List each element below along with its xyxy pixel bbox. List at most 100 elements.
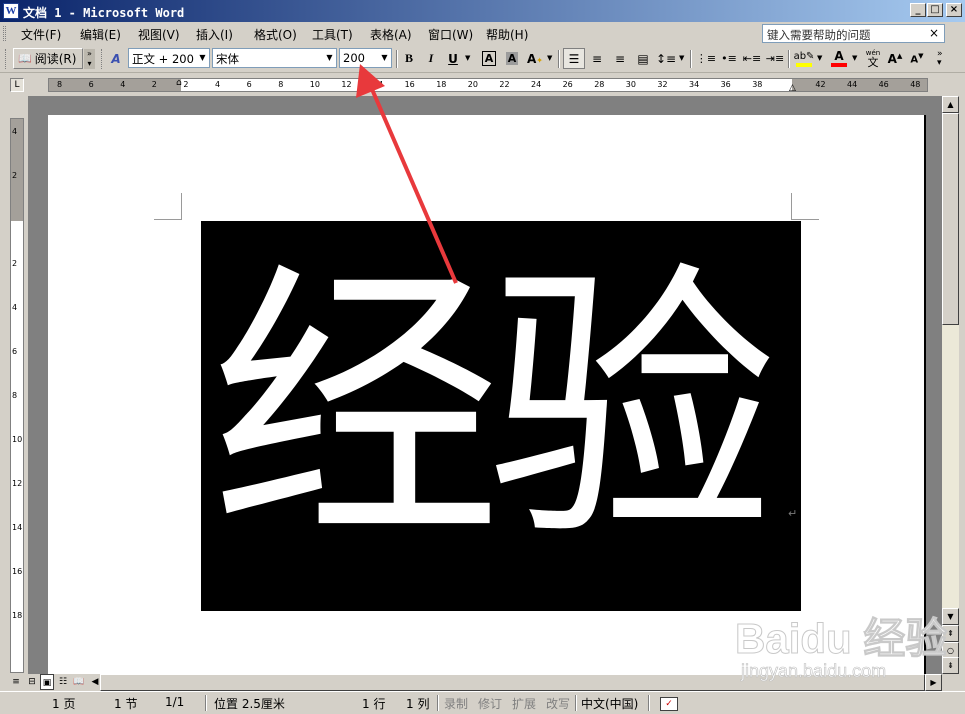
book-icon: 📖 (18, 52, 32, 65)
close-button[interactable]: × (946, 3, 962, 17)
shrink-font-button[interactable]: A▼ (906, 48, 928, 69)
chevron-down-icon[interactable]: ▼ (378, 49, 391, 67)
read-button[interactable]: 📖 阅读(R) (13, 48, 83, 69)
status-track-changes[interactable]: 修订 (478, 695, 502, 712)
menu-table[interactable]: 表格(A) (370, 26, 412, 43)
title-bar: W 文档 1 - Microsoft Word _ □ × (0, 0, 965, 22)
toolbar-options-chevron-icon[interactable]: » ▾ (84, 49, 95, 69)
ruler-number: 16 (404, 80, 415, 89)
underline-button[interactable]: U (442, 48, 464, 69)
align-center-button[interactable]: ≡ (586, 48, 608, 69)
menu-insert[interactable]: 插入(I) (196, 26, 233, 43)
bullets-button[interactable]: •≡ (718, 48, 740, 69)
toolbar-options-icon[interactable]: » ▾ (937, 50, 943, 68)
ruler-number: 44 (847, 80, 858, 89)
increase-indent-button[interactable]: ⇥≡ (764, 48, 786, 69)
align-left-button[interactable]: ☰ (563, 48, 585, 69)
chevron-down-icon[interactable]: ▼ (323, 49, 336, 67)
menu-format[interactable]: 格式(O) (254, 26, 297, 43)
font-color-button[interactable]: A (828, 48, 850, 69)
help-question-input[interactable]: 键入需要帮助的问题 (762, 24, 945, 43)
char-shading-button[interactable]: A (501, 48, 523, 69)
chevron-down-icon[interactable]: ▼ (196, 49, 209, 67)
highlight-dropdown-icon[interactable]: ▼ (817, 54, 822, 62)
phonetic-char: 文 (867, 55, 879, 69)
print-view-icon[interactable]: ▣ (40, 674, 54, 690)
menu-grip[interactable] (3, 26, 6, 41)
menu-window[interactable]: 窗口(W) (428, 26, 473, 43)
status-extend[interactable]: 扩展 (512, 695, 536, 712)
menu-file[interactable]: 文件(F) (21, 26, 61, 43)
scroll-up-arrow-icon[interactable]: ▲ (942, 96, 959, 113)
text-image-black-background[interactable]: 经验 (201, 221, 801, 611)
highlight-color-bar (796, 62, 812, 67)
bold-button[interactable]: B (398, 48, 420, 69)
spelling-check-icon[interactable]: ✓ (660, 695, 678, 711)
menu-help[interactable]: 帮助(H) (486, 26, 528, 43)
right-indent-marker-icon[interactable]: △ (789, 83, 796, 91)
underline-dropdown-icon[interactable]: ▼ (465, 54, 470, 62)
text-effects-dropdown-icon[interactable]: ▼ (547, 54, 552, 62)
font-value: 宋体 (216, 52, 239, 66)
menu-edit[interactable]: 编辑(E) (80, 26, 121, 43)
toolbar-grip[interactable] (5, 49, 8, 69)
status-line: 1 行 (362, 697, 386, 711)
phonetic-guide-button[interactable]: wén 文 (862, 48, 884, 69)
document-area[interactable]: 经验 ↵ (28, 96, 942, 674)
separator (558, 50, 560, 68)
font-color-dropdown-icon[interactable]: ▼ (852, 54, 857, 62)
tab-selector-icon[interactable]: L (10, 78, 24, 92)
styles-pane-icon[interactable]: A (105, 48, 127, 69)
vertical-scrollbar[interactable]: ▲ ▼ ⇞ ○ ⇟ (942, 96, 959, 674)
decrease-indent-button[interactable]: ⇤≡ (741, 48, 763, 69)
ruler-number: 10 (309, 80, 320, 89)
line-spacing-dropdown-icon[interactable]: ▼ (679, 54, 684, 62)
baidu-jingyan-watermark: Baidu 经验 jingyan.baidu.com (734, 605, 950, 695)
italic-button[interactable]: I (420, 48, 442, 69)
web-view-icon[interactable]: ⊟ (25, 674, 39, 690)
menu-bar: 文件(F) 编辑(E) 视图(V) 插入(I) 格式(O) 工具(T) 表格(A… (0, 22, 965, 45)
menu-view[interactable]: 视图(V) (138, 26, 180, 43)
shrink-font-icon: A▼ (910, 51, 924, 66)
status-record[interactable]: 录制 (444, 695, 468, 712)
maximize-button[interactable]: □ (927, 3, 943, 17)
text-effects-button[interactable]: A✦ (524, 48, 546, 69)
normal-view-icon[interactable]: ≡ (9, 674, 23, 690)
indent-marker-icon[interactable]: ⌂ (176, 79, 182, 88)
outline-view-icon[interactable]: ☷ (56, 674, 70, 690)
vertical-ruler[interactable]: 4 2 2 4 6 8 10 12 14 16 18 (10, 118, 24, 673)
toolbar-grip-2[interactable] (101, 49, 104, 69)
reading-view-icon[interactable]: 📖 (72, 674, 86, 690)
menu-tools[interactable]: 工具(T) (312, 26, 353, 43)
horizontal-ruler[interactable]: 8 6 4 2 2 4 6 8 10 12 14 16 18 20 22 24 26 28 30 32 34 36 38 42… (48, 78, 928, 92)
word-app-icon[interactable]: W (3, 3, 19, 19)
ruler-number: 12 (341, 80, 352, 89)
ruler-number: 2 (12, 171, 18, 180)
status-overtype[interactable]: 改写 (546, 695, 570, 712)
align-right-button[interactable]: ≡ (609, 48, 631, 69)
ruler-left-margin (49, 79, 181, 91)
font-size-value: 200 (343, 51, 365, 65)
vertical-scroll-thumb[interactable] (942, 113, 959, 325)
ruler-number: 6 (88, 80, 94, 89)
grow-font-button[interactable]: A▲ (884, 48, 906, 69)
document-page[interactable]: 经验 ↵ (48, 115, 926, 674)
numbering-button[interactable]: ⋮≡ (695, 48, 717, 69)
minimize-button[interactable]: _ (910, 3, 926, 17)
ruler-number: 4 (120, 80, 126, 89)
justify-button[interactable]: ▤ (632, 48, 654, 69)
document-close-button[interactable]: × (929, 26, 939, 40)
char-border-button[interactable]: A (478, 48, 500, 69)
crop-mark (791, 219, 819, 220)
document-text[interactable]: 经验 (211, 259, 791, 559)
ruler-number: 24 (531, 80, 542, 89)
ruler-number: 42 (815, 80, 826, 89)
ruler-number: 8 (12, 391, 18, 400)
line-spacing-button[interactable]: ↕≡ (655, 48, 677, 69)
align-left-icon: ☰ (568, 51, 580, 66)
highlight-button[interactable]: ab✎ (793, 48, 815, 69)
crop-mark (154, 219, 182, 220)
style-combo[interactable]: 正文 + 200 ▼ (128, 48, 210, 68)
font-size-combo[interactable]: 200 ▼ (339, 48, 392, 68)
font-combo[interactable]: 宋体 ▼ (212, 48, 337, 68)
